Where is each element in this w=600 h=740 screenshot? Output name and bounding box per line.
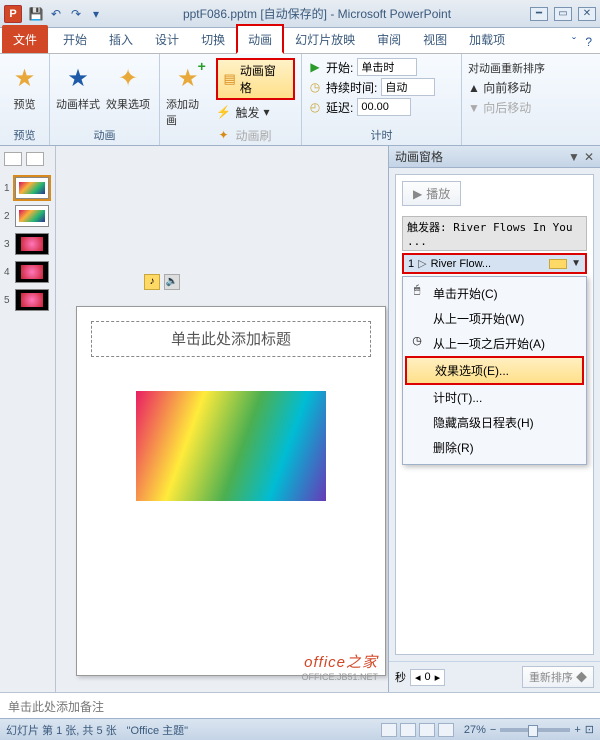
start-select[interactable]: 单击时	[357, 58, 417, 76]
menu-effect-options[interactable]: 效果选项(E)...	[405, 356, 584, 385]
thumbnail-5[interactable]: 5	[0, 286, 55, 314]
thumbnail-1[interactable]: 1	[0, 174, 55, 202]
animation-pane-button[interactable]: ▤动画窗格	[216, 58, 295, 100]
tab-file[interactable]: 文件	[2, 25, 48, 53]
move-later-button[interactable]: ▼ 向后移动	[468, 99, 545, 116]
tab-addins[interactable]: 加载项	[458, 25, 516, 53]
animation-item[interactable]: 1▷River Flow... ▼	[402, 253, 587, 274]
pane-dropdown-icon[interactable]: ▼	[568, 150, 580, 164]
zoom-out-button[interactable]: −	[490, 724, 496, 736]
menu-start-after-previous[interactable]: ◷从上一项之后开始(A)	[403, 331, 586, 356]
brush-icon: ✦	[216, 128, 232, 142]
status-slide-count: 幻灯片 第 1 张, 共 5 张	[6, 722, 117, 738]
timeline-bar	[549, 259, 567, 269]
menu-remove[interactable]: 删除(R)	[403, 435, 586, 460]
menu-start-on-click[interactable]: 🖱单击开始(C)	[403, 281, 586, 306]
tab-review[interactable]: 审阅	[366, 25, 412, 53]
move-earlier-button[interactable]: ▲ 向前移动	[468, 79, 545, 96]
add-animation-button[interactable]: ★添加动画	[166, 58, 210, 128]
minimize-button[interactable]: ━	[530, 7, 548, 21]
trigger-label: 触发器: River Flows In You ...	[402, 216, 587, 251]
seconds-spinner[interactable]: ◂ 0 ▸	[410, 669, 445, 686]
play-glyph-icon: ▷	[418, 257, 426, 270]
clock-small-icon: ◷	[410, 334, 424, 348]
status-theme: "Office 主题"	[127, 722, 188, 738]
title-placeholder[interactable]: 单击此处添加标题	[91, 321, 371, 357]
zoom-value: 27%	[464, 724, 486, 736]
trigger-button[interactable]: ⚡触发 ▾	[216, 101, 295, 123]
thumbnail-3[interactable]: 3	[0, 230, 55, 258]
close-button[interactable]: ✕	[578, 7, 596, 21]
maximize-button[interactable]: ▭	[554, 7, 572, 21]
thumb-tab-slides[interactable]	[4, 152, 22, 166]
reorder-button[interactable]: 重新排序 ◆	[522, 666, 594, 688]
view-slideshow-button[interactable]	[438, 723, 454, 737]
zoom-fit-button[interactable]: ⊡	[585, 723, 594, 736]
tab-insert[interactable]: 插入	[98, 25, 144, 53]
delay-icon: ◴	[308, 100, 322, 114]
animation-styles-button[interactable]: ★动画样式	[56, 58, 100, 112]
item-dropdown-icon[interactable]: ▼	[571, 258, 581, 269]
preview-button[interactable]: ★预览	[6, 58, 43, 112]
tab-home[interactable]: 开始	[52, 25, 98, 53]
duration-input[interactable]	[381, 78, 435, 96]
animation-painter-button[interactable]: ✦动画刷	[216, 124, 295, 146]
tab-design[interactable]: 设计	[144, 25, 190, 53]
view-normal-button[interactable]	[381, 723, 397, 737]
mouse-icon: 🖱	[410, 284, 424, 298]
context-menu: 🖱单击开始(C) 从上一项开始(W) ◷从上一项之后开始(A) 效果选项(E).…	[402, 276, 587, 465]
notes-placeholder[interactable]: 单击此处添加备注	[0, 692, 600, 718]
play-button[interactable]: ▶ 播放	[402, 181, 461, 206]
menu-start-with-previous[interactable]: 从上一项开始(W)	[403, 306, 586, 331]
delay-input[interactable]	[357, 98, 411, 116]
slide-image[interactable]	[136, 391, 326, 501]
media-icon[interactable]: ♪	[144, 274, 160, 290]
zoom-slider[interactable]	[500, 728, 570, 732]
window-title: pptF086.pptm [自动保存的] - Microsoft PowerPo…	[104, 5, 530, 22]
tab-slideshow[interactable]: 幻灯片放映	[284, 25, 366, 53]
tab-animations[interactable]: 动画	[236, 24, 284, 54]
play-icon: ▶	[308, 60, 322, 74]
redo-icon[interactable]: ↷	[68, 6, 84, 22]
slide-thumbnails: 1 2 3 4 5	[0, 146, 56, 692]
thumbnail-4[interactable]: 4	[0, 258, 55, 286]
tab-view[interactable]: 视图	[412, 25, 458, 53]
group-animation-label: 动画	[56, 125, 153, 143]
speaker-icon[interactable]: 🔈	[164, 274, 180, 290]
slide-canvas[interactable]: ♪🔈 单击此处添加标题 office之家 OFFICE.JB51.NET	[56, 146, 388, 692]
seconds-label: 秒	[395, 669, 406, 685]
watermark: office之家 OFFICE.JB51.NET	[301, 651, 378, 682]
slide: 单击此处添加标题	[76, 306, 386, 676]
pane-title: 动画窗格	[395, 148, 443, 165]
thumbnail-2[interactable]: 2	[0, 202, 55, 230]
undo-icon[interactable]: ↶	[48, 6, 64, 22]
lightning-icon: ⚡	[216, 105, 232, 119]
app-icon: P	[4, 5, 22, 23]
tab-transitions[interactable]: 切换	[190, 25, 236, 53]
animation-pane: 动画窗格▼✕ ▶ 播放 触发器: River Flows In You ... …	[388, 146, 600, 692]
effect-options-button[interactable]: ✦效果选项	[106, 58, 150, 112]
pane-icon: ▤	[224, 71, 236, 87]
qat-dropdown-icon[interactable]: ▾	[88, 6, 104, 22]
zoom-in-button[interactable]: +	[574, 724, 580, 736]
menu-hide-timeline[interactable]: 隐藏高级日程表(H)	[403, 410, 586, 435]
save-icon[interactable]: 💾	[28, 6, 44, 22]
reorder-header: 对动画重新排序	[468, 60, 545, 76]
menu-timing[interactable]: 计时(T)...	[403, 385, 586, 410]
clock-icon: ◷	[308, 80, 322, 94]
thumb-tab-outline[interactable]	[26, 152, 44, 166]
group-preview-label: 预览	[6, 125, 43, 143]
view-reading-button[interactable]	[419, 723, 435, 737]
pane-close-icon[interactable]: ✕	[584, 150, 594, 164]
ribbon-minimize-icon[interactable]: ˇ	[572, 35, 576, 49]
group-timing-label: 计时	[308, 125, 455, 143]
view-sorter-button[interactable]	[400, 723, 416, 737]
help-icon[interactable]: ?	[585, 35, 592, 49]
